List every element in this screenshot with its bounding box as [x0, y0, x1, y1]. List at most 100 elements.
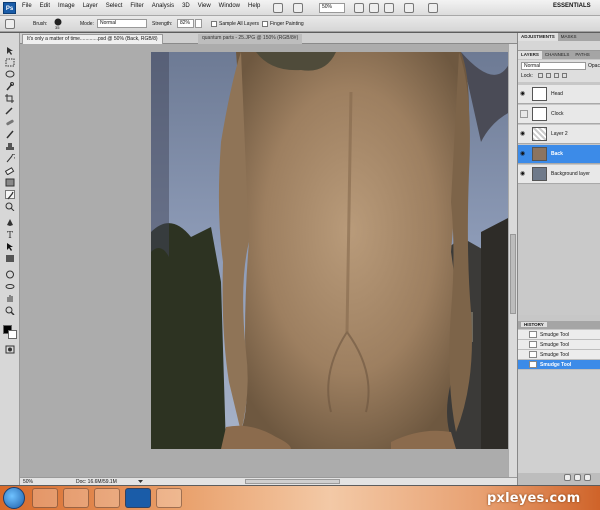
brush-tool-icon[interactable]: [5, 130, 15, 139]
layers-panel-footer: [518, 473, 600, 485]
history-step[interactable]: Smudge Tool: [518, 330, 600, 340]
menu-image[interactable]: Image: [58, 3, 75, 9]
tab-quantum-parts[interactable]: quantum parts - 25.JPG @ 150% (RGB/8#): [198, 34, 303, 44]
history-step[interactable]: Smudge Tool: [518, 350, 600, 360]
taskbar-media-icon[interactable]: [94, 488, 120, 508]
new-layer-icon[interactable]: [564, 474, 571, 481]
eyedropper-tool-icon[interactable]: [5, 106, 15, 115]
menu-select[interactable]: Select: [106, 3, 123, 9]
gradient-tool-icon[interactable]: [5, 178, 15, 187]
layer-row-layer-2[interactable]: ◉ Layer 2: [518, 125, 600, 144]
visibility-eye-icon[interactable]: ◉: [520, 130, 528, 138]
lock-pixels-icon[interactable]: [546, 73, 551, 78]
tab-paths[interactable]: PATHS: [572, 51, 592, 59]
smudge-tool-preset-icon[interactable]: [5, 19, 15, 29]
lock-transparency-icon[interactable]: [538, 73, 543, 78]
taskbar-photoshop-icon[interactable]: [125, 488, 151, 508]
vertical-scrollbar[interactable]: [508, 44, 517, 477]
lock-all-icon[interactable]: [562, 73, 567, 78]
mode-select[interactable]: Normal: [97, 19, 147, 28]
status-menu-arrow-icon[interactable]: [138, 479, 143, 484]
status-zoom[interactable]: 50%: [23, 479, 33, 485]
zoom-tool-icon[interactable]: [369, 3, 379, 13]
clone-stamp-tool-icon[interactable]: [5, 142, 15, 151]
lasso-tool-icon[interactable]: [5, 70, 15, 79]
strength-slider-toggle[interactable]: [195, 19, 202, 28]
horizontal-scrollbar[interactable]: [245, 479, 340, 484]
pen-tool-icon[interactable]: [5, 218, 15, 227]
menu-edit[interactable]: Edit: [40, 3, 50, 9]
menu-file[interactable]: File: [22, 3, 32, 9]
finger-painting-checkbox[interactable]: [262, 21, 268, 27]
arrange-documents-icon[interactable]: [404, 3, 414, 13]
3d-rotate-tool-icon[interactable]: [5, 270, 15, 279]
hand-tool-icon[interactable]: [5, 294, 15, 303]
visibility-eye-icon[interactable]: ◉: [520, 170, 528, 178]
trash-icon[interactable]: [584, 474, 591, 481]
menu-3d[interactable]: 3D: [182, 3, 190, 9]
marquee-tool-icon[interactable]: [5, 58, 15, 67]
strength-input[interactable]: 82%: [177, 19, 194, 28]
scrollbar-thumb[interactable]: [510, 234, 516, 314]
layer-row-head[interactable]: ◉ Head: [518, 85, 600, 104]
layer-row-background[interactable]: ◉ Background layer: [518, 165, 600, 184]
history-step[interactable]: Smudge Tool: [518, 340, 600, 350]
menu-view[interactable]: View: [198, 3, 211, 9]
visibility-eye-icon[interactable]: ◉: [520, 90, 528, 98]
tab-channels[interactable]: CHANNELS: [542, 51, 573, 59]
menu-window[interactable]: Window: [219, 3, 240, 9]
visibility-eye-off-icon[interactable]: [520, 110, 528, 118]
tab-active-document[interactable]: It's only a matter of time.............p…: [22, 34, 163, 44]
quick-selection-tool-icon[interactable]: [5, 82, 15, 91]
add-mask-icon[interactable]: [574, 474, 581, 481]
shape-tool-icon[interactable]: [5, 254, 15, 263]
sample-all-layers-checkbox[interactable]: [211, 21, 217, 27]
tab-adjustments[interactable]: ADJUSTMENTS: [518, 33, 558, 41]
start-button-icon[interactable]: [3, 487, 25, 509]
dodge-tool-icon[interactable]: [5, 202, 15, 212]
tab-layers[interactable]: LAYERS: [518, 51, 542, 59]
3d-orbit-tool-icon[interactable]: [5, 282, 15, 291]
layer-name: Back: [551, 151, 563, 157]
workspace-switcher[interactable]: ESSENTIALS: [553, 3, 591, 9]
crop-tool-icon[interactable]: [5, 94, 15, 103]
layer-row-back[interactable]: ◉ Back: [518, 145, 600, 164]
rotate-view-icon[interactable]: [384, 3, 394, 13]
taskbar-explorer-icon[interactable]: [63, 488, 89, 508]
tab-history[interactable]: HISTORY: [521, 322, 547, 327]
hand-tool-icon[interactable]: [354, 3, 364, 13]
layer-row-clock[interactable]: Clock: [518, 105, 600, 124]
view-extras-icon[interactable]: [293, 3, 303, 13]
document-canvas[interactable]: [151, 52, 510, 449]
zoom-level-field[interactable]: 50%: [319, 3, 345, 13]
brush-picker[interactable]: 35: [53, 18, 65, 30]
zoom-tool-icon[interactable]: [5, 306, 15, 316]
history-step-current[interactable]: Smudge Tool: [518, 360, 600, 370]
type-tool-icon[interactable]: T: [5, 230, 15, 241]
history-panel-header: HISTORY: [518, 321, 600, 329]
move-tool-icon[interactable]: [5, 46, 15, 55]
history-brush-tool-icon[interactable]: [5, 153, 17, 163]
menu-analysis[interactable]: Analysis: [152, 3, 174, 9]
adjustments-panel-tabs: ADJUSTMENTS MASKS: [518, 33, 600, 41]
visibility-eye-icon[interactable]: ◉: [520, 150, 528, 158]
background-color-swatch[interactable]: [8, 330, 17, 339]
blend-mode-select[interactable]: Normal: [521, 62, 586, 70]
photoshop-logo-icon: Ps: [3, 2, 16, 14]
healing-brush-tool-icon[interactable]: [5, 118, 15, 127]
tab-masks[interactable]: MASKS: [558, 33, 580, 41]
bridge-icon[interactable]: [273, 3, 283, 13]
smudge-tool-icon[interactable]: [5, 190, 15, 200]
status-doc-info[interactable]: Doc: 16.6M/59.1M: [76, 479, 117, 485]
taskbar-acrobat-icon[interactable]: [156, 488, 182, 508]
status-bar: 50% Doc: 16.6M/59.1M: [20, 477, 517, 485]
quick-mask-icon[interactable]: [5, 345, 15, 354]
menu-help[interactable]: Help: [248, 3, 260, 9]
screen-mode-icon[interactable]: [428, 3, 438, 13]
eraser-tool-icon[interactable]: [4, 166, 15, 176]
taskbar-ie-icon[interactable]: [32, 488, 58, 508]
path-selection-tool-icon[interactable]: [5, 242, 15, 251]
menu-layer[interactable]: Layer: [83, 3, 98, 9]
lock-position-icon[interactable]: [554, 73, 559, 78]
menu-filter[interactable]: Filter: [130, 3, 143, 9]
